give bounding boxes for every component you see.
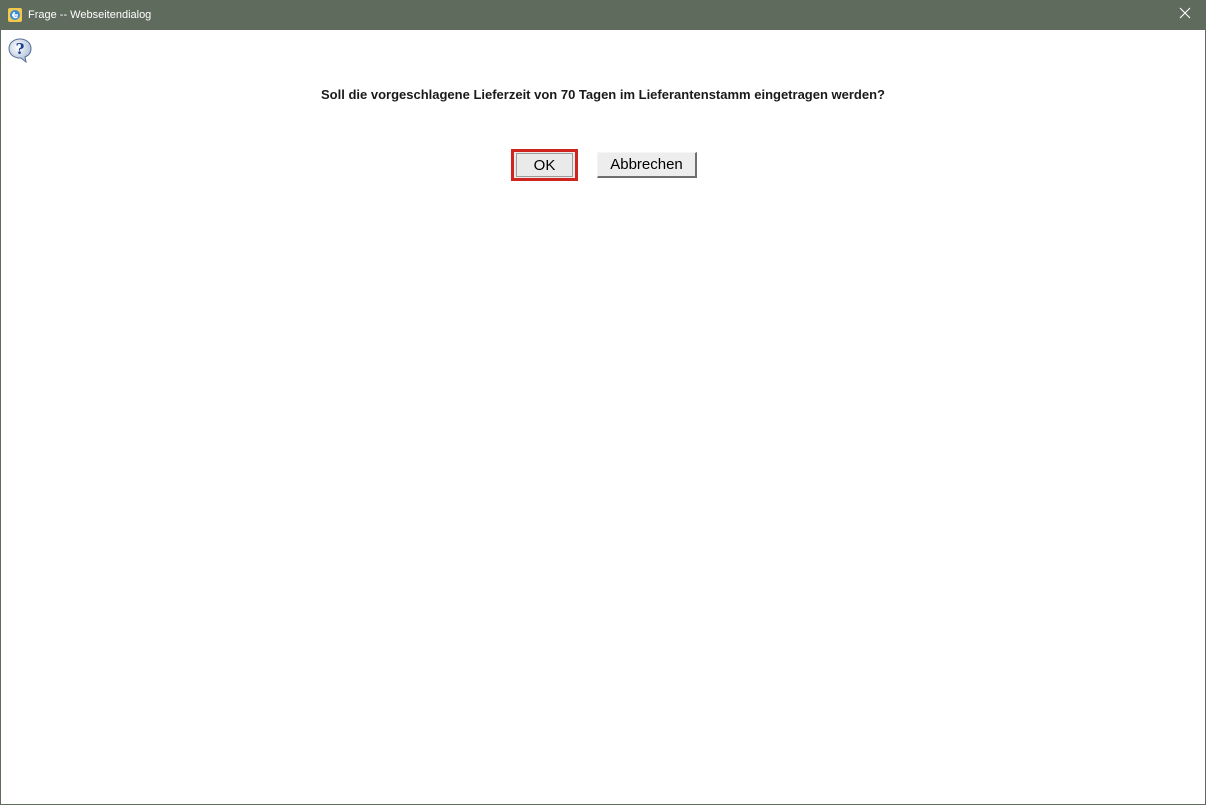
close-button[interactable] [1165, 0, 1205, 30]
ok-button-label: OK [516, 153, 573, 177]
question-icon: ? [7, 37, 33, 64]
window-title: Frage -- Webseitendialog [28, 9, 152, 21]
ok-button[interactable]: OK [511, 149, 578, 181]
title-bar[interactable]: Frage -- Webseitendialog [1, 0, 1205, 30]
dialog-content: ? Soll die vorgeschlagene Lieferzeit von… [1, 30, 1205, 804]
dialog-window: Frage -- Webseitendialog ? Soll die vorg… [0, 0, 1206, 805]
cancel-button[interactable]: Abbrechen [597, 152, 697, 178]
svg-text:?: ? [16, 40, 25, 58]
dialog-message: Soll die vorgeschlagene Lieferzeit von 7… [321, 87, 885, 102]
button-row: OK Abbrechen [1, 149, 1205, 181]
ie-page-icon [7, 7, 23, 23]
close-icon [1179, 6, 1191, 24]
